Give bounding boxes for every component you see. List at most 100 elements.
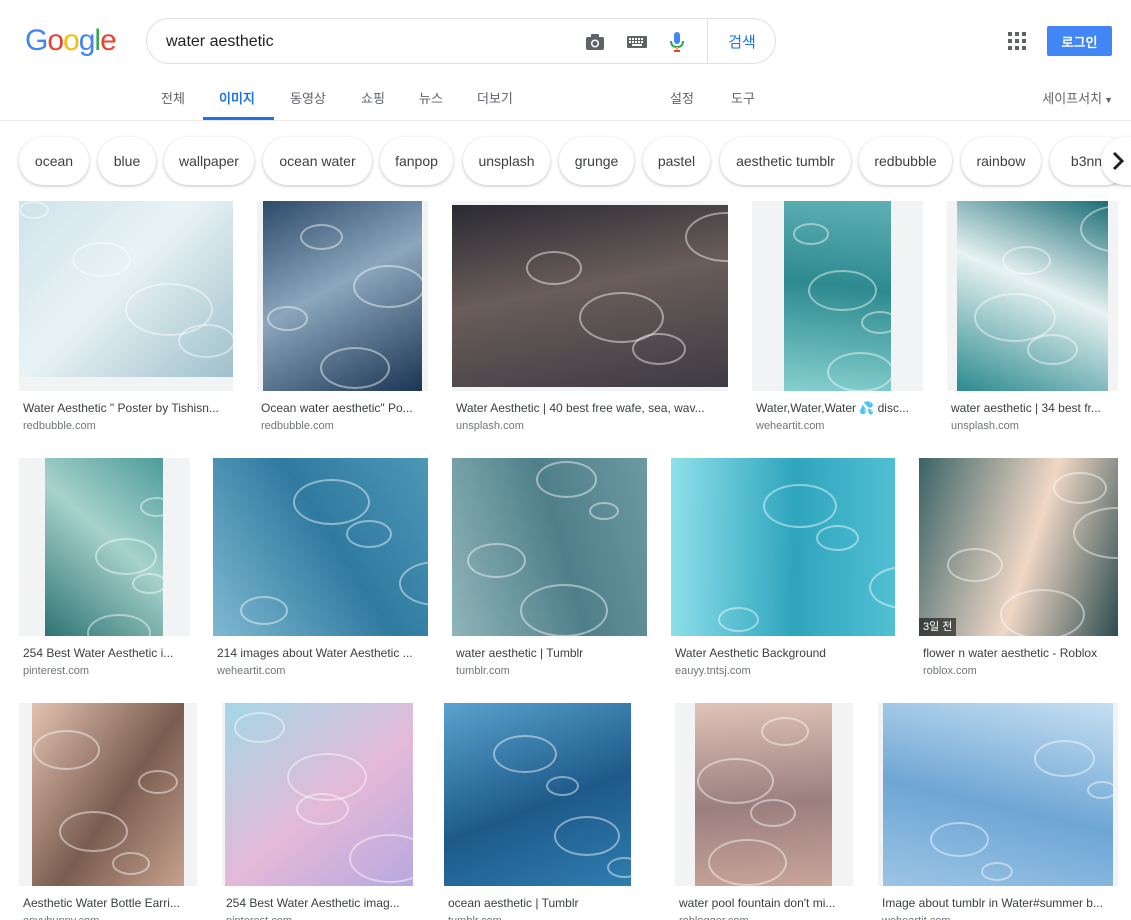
- thumbnail-frame: [675, 703, 853, 886]
- result-source: tumblr.com: [456, 665, 510, 677]
- result-title[interactable]: Water Aesthetic | 40 best free wafe, sea…: [456, 401, 726, 415]
- water-ripple-pattern: [467, 543, 526, 579]
- water-ripple-pattern: [300, 224, 343, 250]
- chip-redbubble[interactable]: redbubble: [859, 137, 952, 185]
- result-thumbnail[interactable]: [883, 703, 1113, 886]
- image-result[interactable]: 254 Best Water Aesthetic i... pinterest.c…: [19, 458, 190, 684]
- image-result[interactable]: 3일 전 flower n water aesthetic - Roblox rob…: [919, 458, 1118, 684]
- tab-videos[interactable]: 동영상: [290, 88, 326, 107]
- login-button[interactable]: 로그인: [1047, 26, 1112, 56]
- result-thumbnail[interactable]: [19, 201, 233, 377]
- tab-shopping[interactable]: 쇼핑: [361, 88, 385, 107]
- image-result[interactable]: Water Aesthetic | 40 best free wafe, sea…: [452, 201, 728, 439]
- search-box[interactable]: water aesthetic 검색: [146, 18, 776, 64]
- tab-more[interactable]: 더보기: [477, 88, 513, 107]
- tab-tools[interactable]: 도구: [731, 88, 755, 107]
- image-result[interactable]: Aesthetic Water Bottle Earri... envybunny…: [19, 703, 197, 920]
- result-title[interactable]: Aesthetic Water Bottle Earri...: [23, 896, 195, 910]
- safesearch-menu[interactable]: 세이프서치 ▼: [1042, 88, 1113, 107]
- camera-icon[interactable]: [584, 31, 606, 53]
- tab-all[interactable]: 전체: [161, 88, 185, 107]
- chip-label: fanpop: [395, 153, 438, 169]
- result-title[interactable]: flower n water aesthetic - Roblox: [923, 646, 1116, 660]
- apps-grid-icon[interactable]: [1008, 32, 1026, 50]
- tab-news[interactable]: 뉴스: [419, 88, 443, 107]
- chip-label: grunge: [574, 153, 619, 169]
- water-ripple-pattern: [869, 566, 895, 610]
- result-title[interactable]: 254 Best Water Aesthetic imag...: [226, 896, 411, 910]
- result-title[interactable]: water pool fountain don't mi...: [679, 896, 851, 910]
- image-result[interactable]: 254 Best Water Aesthetic imag... pinteres…: [222, 703, 413, 920]
- thumbnail-frame: 3일 전: [919, 458, 1118, 636]
- chip-unsplash[interactable]: unsplash: [463, 137, 550, 185]
- result-title[interactable]: water aesthetic | Tumblr: [456, 646, 645, 660]
- result-thumbnail[interactable]: [695, 703, 832, 886]
- tab-settings[interactable]: 설정: [670, 88, 694, 107]
- water-ripple-pattern: [19, 201, 49, 219]
- thumbnail-frame: [19, 458, 190, 636]
- water-ripple-pattern: [981, 862, 1013, 882]
- search-input[interactable]: water aesthetic: [166, 33, 274, 51]
- image-result[interactable]: water aesthetic | 34 best fr... unsplash.…: [947, 201, 1118, 439]
- search-button[interactable]: 검색: [708, 19, 776, 63]
- google-logo[interactable]: Google: [25, 24, 117, 58]
- result-thumbnail[interactable]: [784, 201, 891, 391]
- water-ripple-pattern: [697, 758, 774, 805]
- image-result[interactable]: ocean aesthetic | Tumblr tumblr.com: [444, 703, 631, 920]
- image-result[interactable]: Image about tumblr in Water#summer b... w…: [878, 703, 1118, 920]
- chip-ocean-water[interactable]: ocean water: [263, 137, 372, 185]
- result-thumbnail[interactable]: [957, 201, 1108, 391]
- image-result[interactable]: 214 images about Water Aesthetic ... wehe…: [213, 458, 428, 684]
- image-result[interactable]: Water Aesthetic Background eauyy.tntsj.co…: [671, 458, 895, 684]
- result-title[interactable]: ocean aesthetic | Tumblr: [448, 896, 629, 910]
- microphone-icon[interactable]: [666, 31, 688, 53]
- result-title[interactable]: Water Aesthetic " Poster by Tishisn...: [23, 401, 231, 415]
- chip-blue[interactable]: blue: [98, 137, 156, 185]
- result-source: pinterest.com: [226, 915, 411, 920]
- result-thumbnail[interactable]: [452, 458, 647, 636]
- result-title[interactable]: 254 Best Water Aesthetic i...: [23, 646, 188, 660]
- result-thumbnail[interactable]: [263, 201, 422, 391]
- tab-images[interactable]: 이미지: [219, 88, 255, 107]
- water-ripple-pattern: [140, 497, 163, 517]
- active-tab-indicator: [203, 117, 274, 120]
- water-ripple-pattern: [132, 573, 163, 594]
- result-thumbnail[interactable]: [452, 205, 728, 387]
- result-title[interactable]: water aesthetic | 34 best fr...: [951, 401, 1116, 415]
- dropdown-arrow-icon: ▼: [1104, 95, 1113, 105]
- result-thumbnail[interactable]: [444, 703, 631, 886]
- result-title[interactable]: Water,Water,Water 💦 disc...: [756, 401, 921, 415]
- keyboard-icon[interactable]: [626, 31, 648, 53]
- image-result[interactable]: water pool fountain don't mi... roblogger…: [675, 703, 853, 920]
- image-result[interactable]: Water,Water,Water 💦 disc... weheartit.com: [752, 201, 923, 439]
- thumbnail-frame: [213, 458, 428, 636]
- result-thumbnail[interactable]: 3일 전: [919, 458, 1118, 636]
- result-source: redbubble.com: [23, 420, 96, 432]
- image-result[interactable]: water aesthetic | Tumblr tumblr.com: [452, 458, 647, 684]
- water-ripple-pattern: [808, 270, 877, 312]
- result-thumbnail[interactable]: [32, 703, 184, 886]
- water-ripple-pattern: [87, 614, 151, 636]
- result-thumbnail[interactable]: [225, 703, 413, 886]
- image-result[interactable]: Ocean water aesthetic" Po... redbubble.co…: [257, 201, 428, 439]
- water-ripple-pattern: [763, 484, 837, 529]
- result-title[interactable]: 214 images about Water Aesthetic ...: [217, 646, 426, 660]
- chip-ocean[interactable]: ocean: [19, 137, 89, 185]
- result-title[interactable]: Water Aesthetic Background: [675, 646, 893, 660]
- water-ripple-pattern: [761, 717, 809, 746]
- image-result[interactable]: Water Aesthetic " Poster by Tishisn... re…: [19, 201, 233, 439]
- chip-fanpop[interactable]: fanpop: [380, 137, 453, 185]
- result-title[interactable]: Ocean water aesthetic" Po...: [261, 401, 426, 415]
- chip-aesthetic-tumblr[interactable]: aesthetic tumblr: [720, 137, 851, 185]
- chip-wallpaper[interactable]: wallpaper: [164, 137, 254, 185]
- result-thumbnail[interactable]: [45, 458, 163, 636]
- water-ripple-pattern: [520, 584, 608, 636]
- water-ripple-pattern: [240, 596, 288, 625]
- result-thumbnail[interactable]: [213, 458, 428, 636]
- chip-grunge[interactable]: grunge: [559, 137, 634, 185]
- chip-rainbow[interactable]: rainbow: [961, 137, 1041, 185]
- chip-pastel[interactable]: pastel: [643, 137, 710, 185]
- result-thumbnail[interactable]: [671, 458, 895, 636]
- result-title[interactable]: Image about tumblr in Water#summer b...: [882, 896, 1116, 910]
- water-ripple-pattern: [293, 479, 370, 526]
